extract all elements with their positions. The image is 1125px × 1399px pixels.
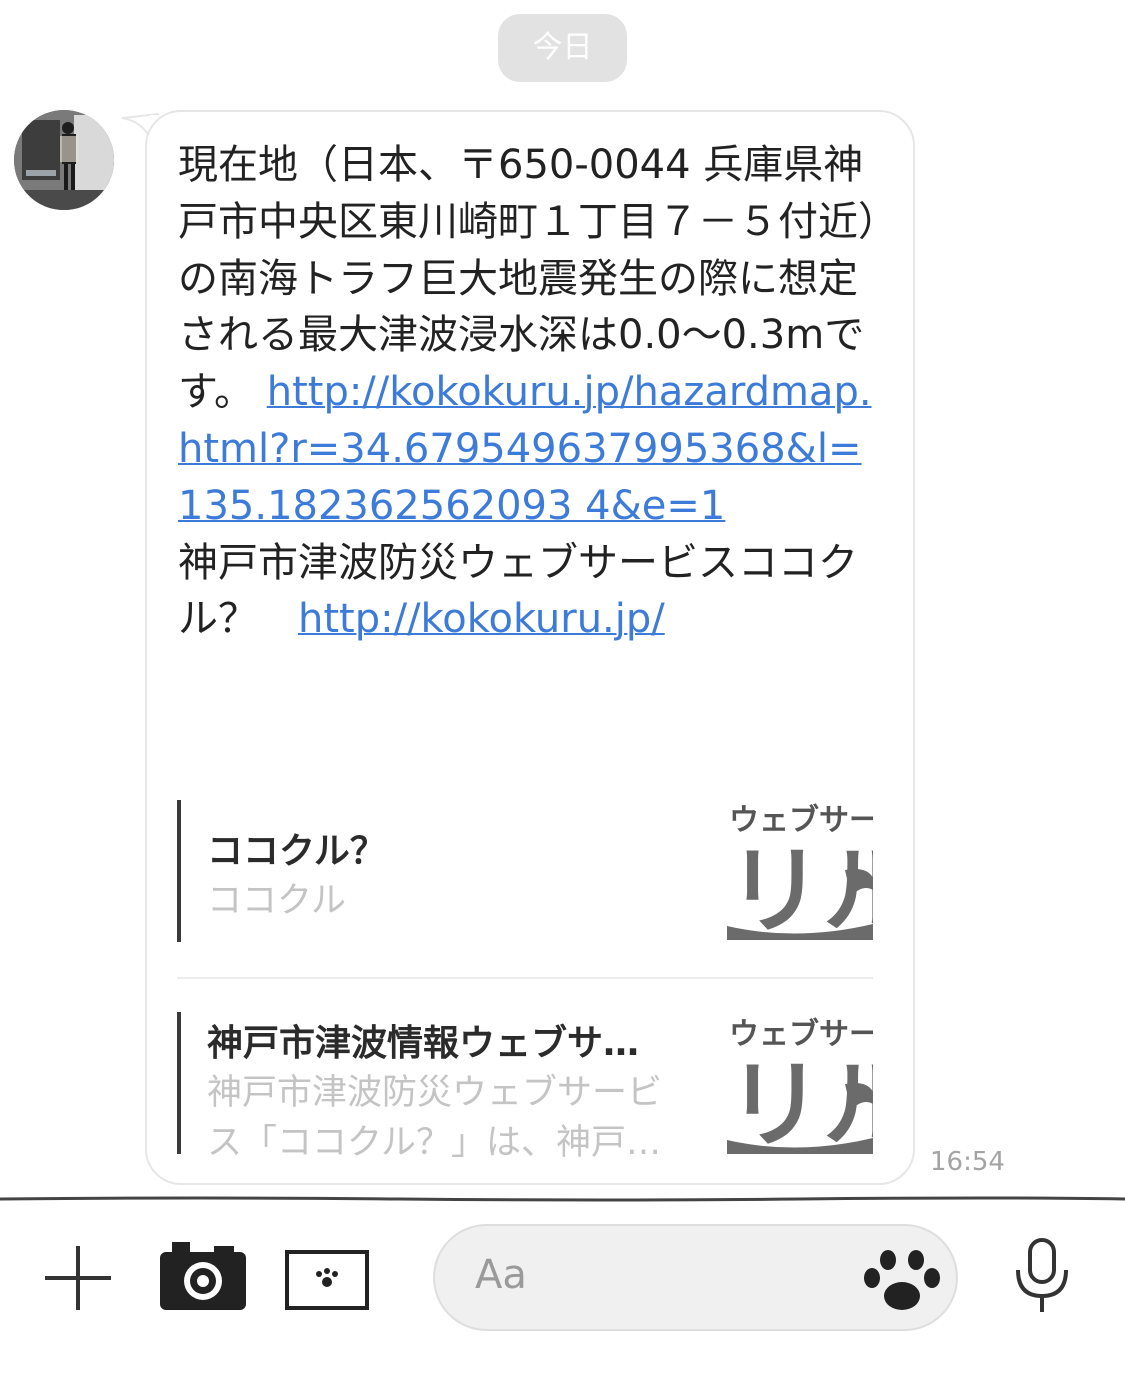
message-input-placeholder: Aa [475, 1252, 527, 1298]
paw-sticker-icon[interactable] [860, 1246, 944, 1314]
camera-icon [160, 1242, 246, 1310]
message-timestamp: 16:54 [930, 1147, 1005, 1177]
preview-title: 神戸市津波情報ウェブサ… [207, 1023, 640, 1064]
camera-button[interactable] [158, 1238, 248, 1312]
preview-thumbnail: ウェブサー リル [727, 1014, 873, 1154]
kokokuru-link[interactable]: http://kokokuru.jp/ [298, 596, 665, 642]
chat-screen: 今日 現在地（日本、〒650-0044 兵庫県神戸市中央区東川崎町１丁目７－５付… [0, 0, 1125, 1399]
microphone-icon [1016, 1238, 1068, 1312]
photo-button[interactable] [284, 1248, 370, 1312]
link-preview-2[interactable]: 神戸市津波情報ウェブサ… 神戸市津波防災ウェブサービス「ココクル？」は、神戸… … [177, 1012, 873, 1163]
plus-icon [45, 1246, 111, 1310]
preview-bar [177, 800, 181, 942]
preview-title: ココクル？ [207, 831, 386, 872]
preview-thumbnail: ウェブサー リル [727, 800, 873, 940]
photo-icon [285, 1250, 369, 1310]
preview-description: ココクル [207, 881, 346, 921]
toolbar-divider [0, 1196, 1125, 1202]
link-preview-1[interactable]: ココクル？ ココクル ウェブサー リル [177, 800, 873, 942]
avatar[interactable] [14, 110, 114, 210]
svg-text:ウェブサー: ウェブサー [729, 1017, 873, 1052]
hazard-map-link[interactable]: http://kokokuru.jp/hazardmap.html?r=34.6… [178, 369, 872, 529]
date-chip: 今日 [498, 14, 627, 82]
message-input[interactable]: Aa [433, 1224, 958, 1331]
plus-button[interactable] [40, 1240, 116, 1316]
preview-bar [177, 1012, 181, 1154]
microphone-button[interactable] [1008, 1236, 1076, 1316]
preview-divider [177, 977, 873, 979]
svg-text:ウェブサー: ウェブサー [729, 803, 873, 838]
preview-description: 神戸市津波防災ウェブサービス「ココクル？」は、神戸… [207, 1073, 663, 1163]
message-text: 現在地（日本、〒650-0044 兵庫県神戸市中央区東川崎町１丁目７－５付近）の… [178, 137, 878, 648]
